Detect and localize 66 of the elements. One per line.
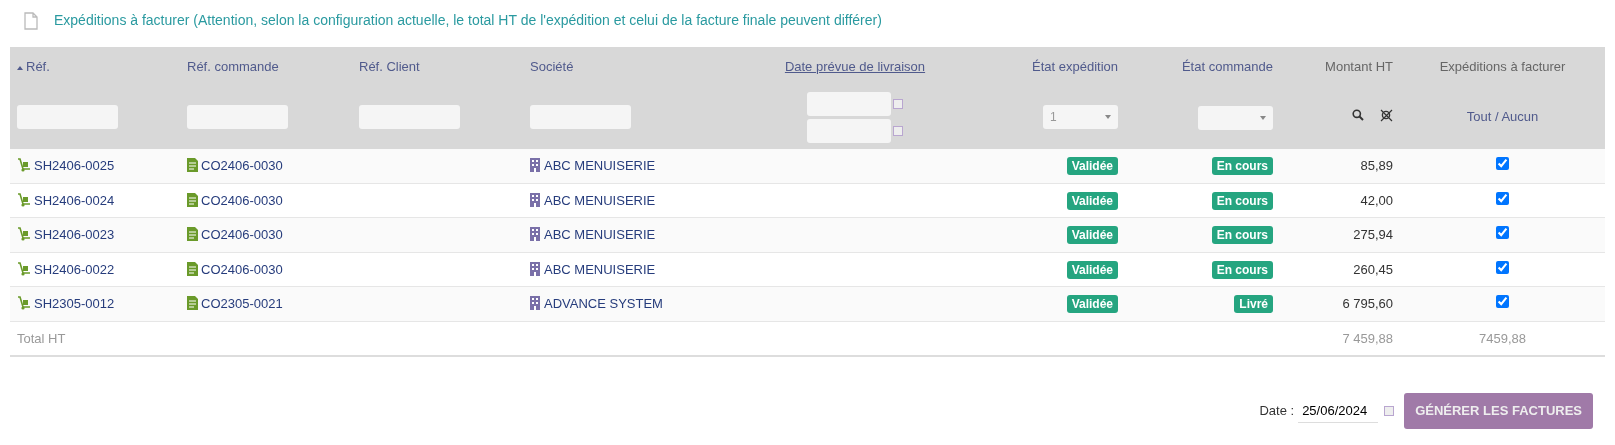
date-label: Date : — [1259, 402, 1295, 420]
filter-field[interactable] — [530, 105, 631, 129]
hand-truck-icon — [17, 227, 31, 241]
hand-truck-icon — [17, 158, 31, 172]
search-icon[interactable] — [1352, 109, 1364, 122]
building-icon — [530, 158, 540, 172]
amount-text: 42,00 — [1360, 192, 1393, 208]
building-icon — [530, 261, 540, 276]
building-icon — [530, 192, 540, 207]
date-field[interactable] — [807, 118, 891, 143]
building-icon — [530, 296, 540, 310]
order-link[interactable]: CO2406-0030 — [201, 261, 283, 277]
row-checkbox[interactable] — [1496, 226, 1509, 239]
status-badge: Validée — [1066, 157, 1118, 175]
column-header[interactable]: Société — [530, 59, 574, 74]
column-header: Montant HT — [1325, 59, 1393, 74]
row-checkbox[interactable] — [1496, 157, 1509, 170]
order-document-icon — [187, 227, 198, 241]
building-icon — [530, 227, 540, 241]
clear-search-icon[interactable] — [1380, 109, 1393, 123]
calendar-icon[interactable] — [893, 98, 903, 109]
total-label: Total HT — [17, 330, 66, 346]
shipment-link[interactable]: SH2406-0022 — [34, 261, 115, 277]
document-icon — [24, 11, 38, 30]
order-document-icon — [187, 192, 198, 207]
amount-text: 275,94 — [1353, 227, 1393, 242]
total-amount: 7 459,88 — [1342, 330, 1393, 346]
shipment-link[interactable]: SH2406-0024 — [34, 192, 115, 208]
amount-text: 85,89 — [1360, 158, 1393, 173]
order-document-icon — [187, 261, 198, 276]
amount-text: 260,45 — [1353, 261, 1393, 277]
filter-select[interactable] — [1198, 106, 1273, 130]
status-badge: En cours — [1211, 157, 1273, 175]
status-badge: Validée — [1066, 260, 1118, 279]
row-checkbox[interactable] — [1496, 260, 1509, 274]
selected-total: 7459,88 — [1479, 330, 1526, 346]
status-badge: En cours — [1211, 226, 1273, 244]
filter-field[interactable] — [17, 105, 118, 129]
status-badge: Validée — [1066, 191, 1118, 210]
order-document-icon — [187, 296, 198, 310]
select-all-link[interactable]: Tout / Aucun — [1466, 109, 1539, 125]
hand-truck-icon — [17, 261, 31, 276]
order-link[interactable]: CO2406-0030 — [201, 192, 283, 208]
filter-field[interactable] — [187, 105, 288, 129]
column-header[interactable]: Date prévue de livraison — [784, 59, 926, 74]
date-field[interactable] — [807, 91, 891, 116]
filter-field[interactable] — [359, 105, 460, 129]
status-badge: Validée — [1066, 295, 1118, 313]
company-link[interactable]: ABC MENUISERIE — [544, 192, 656, 208]
column-header: Expéditions à facturer — [1439, 59, 1566, 74]
row-checkbox[interactable] — [1496, 191, 1509, 205]
calendar-icon[interactable] — [1384, 405, 1395, 416]
status-badge: Validée — [1066, 226, 1118, 244]
amount-text: 6 795,60 — [1342, 296, 1393, 311]
order-document-icon — [187, 158, 198, 172]
company-link[interactable]: ABC MENUISERIE — [544, 261, 656, 277]
calendar-icon[interactable] — [893, 125, 903, 136]
column-header[interactable]: Réf. Client — [359, 59, 420, 74]
column-header[interactable]: Réf. — [17, 59, 50, 74]
section-title: Expéditions à facturer (Attention, selon la configuration actuelle, le total HT de l'expédition et celui de la facture finale peuvent différer) — [54, 11, 882, 30]
status-badge: Livré — [1234, 295, 1273, 313]
row-checkbox[interactable] — [1496, 295, 1509, 308]
hand-truck-icon — [17, 192, 31, 207]
status-badge: En cours — [1211, 260, 1273, 279]
status-badge: En cours — [1211, 191, 1273, 210]
hand-truck-icon — [17, 296, 31, 310]
